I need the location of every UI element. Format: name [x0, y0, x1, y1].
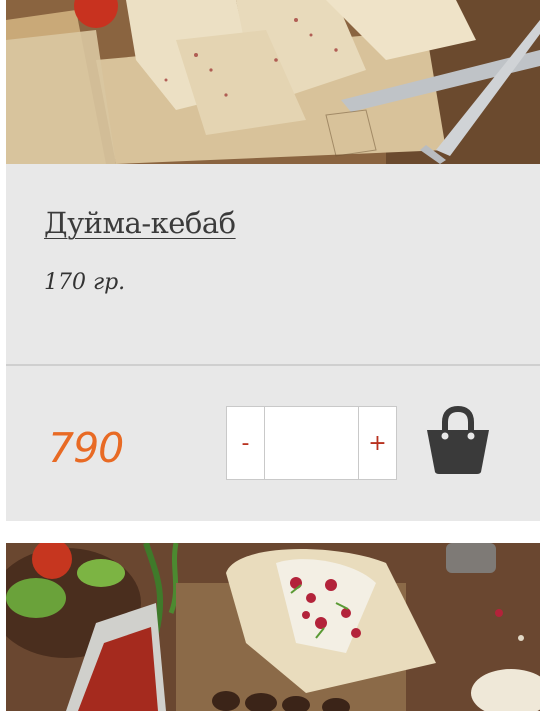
quantity-increase-button[interactable]: + [358, 407, 396, 479]
purchase-row: 790 - + [6, 366, 540, 521]
product-listing-page: Дуйма-кебаб 170 гр. 790 - + [0, 0, 540, 711]
product-photo-bottom[interactable] [6, 543, 540, 711]
product-price: 790 [48, 424, 124, 472]
quantity-input[interactable] [265, 407, 358, 479]
wraps-on-board-illustration [6, 0, 540, 164]
quantity-stepper: - + [226, 406, 397, 480]
product-photo-top[interactable] [6, 0, 540, 164]
product-title-link[interactable]: Дуйма-кебаб [44, 206, 236, 240]
quantity-decrease-button[interactable]: - [227, 407, 265, 479]
add-to-cart-button[interactable] [424, 405, 492, 476]
product-card: Дуйма-кебаб 170 гр. 790 - + [6, 164, 540, 521]
shopping-bag-icon [427, 405, 489, 474]
product-info: Дуйма-кебаб 170 гр. [6, 164, 540, 364]
product-weight: 170 гр. [44, 270, 126, 295]
wrap-with-salad-illustration [6, 543, 540, 711]
